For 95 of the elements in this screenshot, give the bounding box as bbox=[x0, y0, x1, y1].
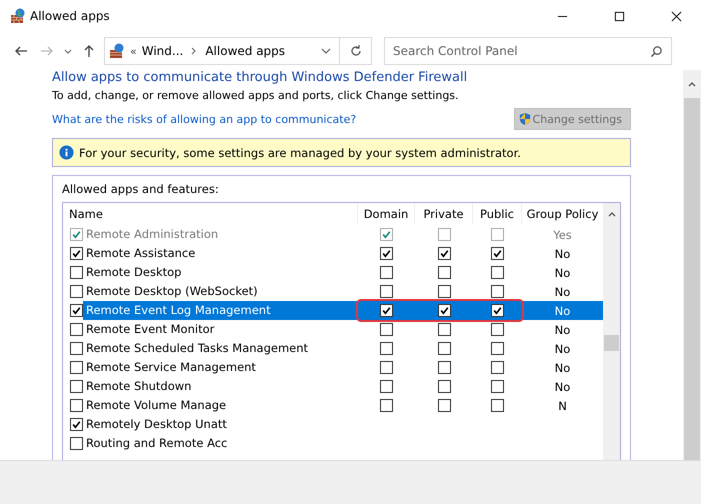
checkbox[interactable] bbox=[70, 247, 83, 260]
address-bar[interactable]: « Wind... Allowed apps bbox=[104, 37, 340, 65]
dropdown-chevron-icon[interactable] bbox=[321, 47, 331, 55]
checkbox[interactable] bbox=[70, 285, 83, 298]
checkbox[interactable] bbox=[491, 361, 504, 374]
info-icon bbox=[59, 145, 74, 160]
app-name[interactable]: Remote Desktop bbox=[83, 263, 358, 282]
group-policy-value: No bbox=[554, 266, 570, 280]
checkbox[interactable] bbox=[491, 399, 504, 412]
group-policy-value: No bbox=[554, 342, 570, 356]
help-link[interactable]: What are the risks of allowing an app to communicate? bbox=[52, 112, 356, 126]
checkbox[interactable] bbox=[491, 285, 504, 298]
checkbox[interactable] bbox=[70, 380, 83, 393]
checkbox[interactable] bbox=[380, 247, 393, 260]
checkbox[interactable] bbox=[70, 418, 83, 431]
app-name[interactable]: Remote Service Management bbox=[83, 358, 358, 377]
close-icon[interactable] bbox=[671, 10, 682, 22]
shield-icon bbox=[518, 112, 531, 126]
checkbox[interactable] bbox=[70, 342, 83, 355]
checkbox[interactable] bbox=[438, 247, 450, 260]
breadcrumb[interactable]: Allowed apps bbox=[205, 44, 286, 58]
checkbox[interactable] bbox=[491, 380, 504, 393]
maximize-icon[interactable] bbox=[614, 10, 625, 22]
column-header[interactable]: Private bbox=[415, 203, 473, 225]
scroll-up-icon[interactable] bbox=[606, 210, 616, 218]
checkbox[interactable] bbox=[380, 399, 393, 412]
group-policy-value: No bbox=[554, 380, 570, 394]
checkbox[interactable] bbox=[438, 304, 450, 317]
page-heading: Allow apps to communicate through Windows Defender Firewall bbox=[52, 70, 468, 86]
checkbox[interactable] bbox=[438, 342, 450, 355]
checkbox[interactable] bbox=[380, 304, 393, 317]
checkbox[interactable] bbox=[70, 304, 83, 317]
checkbox[interactable] bbox=[438, 380, 450, 393]
app-name[interactable]: Remote Event Log Management bbox=[83, 301, 358, 320]
checkbox[interactable] bbox=[491, 304, 504, 317]
scrollbar-thumb[interactable] bbox=[604, 335, 619, 351]
checkbox[interactable] bbox=[438, 361, 450, 374]
overflow-chevron[interactable]: « bbox=[130, 44, 137, 58]
group-policy-value: No bbox=[554, 304, 570, 318]
dropdown-chevron-icon[interactable] bbox=[64, 47, 72, 55]
refresh-icon bbox=[348, 44, 362, 58]
app-name[interactable]: Remote Volume Manage bbox=[83, 396, 358, 415]
checkbox[interactable] bbox=[380, 285, 393, 298]
checkbox[interactable] bbox=[380, 361, 393, 374]
search-icon bbox=[650, 45, 663, 58]
checkbox[interactable] bbox=[70, 323, 83, 336]
search-field[interactable]: Search Control Panel bbox=[384, 37, 672, 65]
checkbox[interactable] bbox=[70, 399, 83, 412]
checkbox[interactable] bbox=[380, 266, 393, 279]
checkbox[interactable] bbox=[380, 380, 393, 393]
scrollbar[interactable] bbox=[603, 203, 620, 460]
checkbox[interactable] bbox=[380, 342, 393, 355]
checkbox[interactable] bbox=[438, 323, 450, 336]
group-label: Allowed apps and features: bbox=[62, 182, 220, 196]
checkbox[interactable] bbox=[491, 323, 504, 336]
app-name[interactable]: Routing and Remote Acc bbox=[83, 434, 358, 453]
group-policy-value: No bbox=[554, 284, 570, 298]
firewall-icon bbox=[10, 8, 26, 24]
group-policy-value: N bbox=[558, 398, 567, 412]
group-policy-value: No bbox=[554, 246, 570, 260]
app-name[interactable]: Remote Event Monitor bbox=[83, 320, 358, 339]
checkbox[interactable] bbox=[70, 361, 83, 374]
up-arrow-icon[interactable] bbox=[82, 44, 96, 58]
info-text: For your security, some settings are managed by your system administrator. bbox=[79, 146, 521, 160]
column-header[interactable]: Group Policy bbox=[522, 203, 603, 225]
group-policy-value: No bbox=[554, 360, 570, 374]
checkbox[interactable] bbox=[438, 285, 450, 298]
checkbox[interactable] bbox=[491, 247, 504, 260]
checkbox[interactable] bbox=[380, 323, 393, 336]
column-header[interactable]: Public bbox=[473, 203, 522, 225]
breadcrumb[interactable]: Wind... bbox=[142, 44, 184, 58]
column-header[interactable]: Name bbox=[63, 203, 358, 225]
group-policy-value: No bbox=[554, 322, 570, 336]
description-text: To add, change, or remove allowed apps and ports, click Change settings. bbox=[52, 89, 460, 102]
refresh-button[interactable] bbox=[340, 37, 372, 65]
chevron-right-icon bbox=[191, 47, 198, 55]
checkbox[interactable] bbox=[70, 266, 83, 279]
checkbox[interactable] bbox=[491, 342, 504, 355]
app-name[interactable]: Remotely Desktop Unatt bbox=[83, 415, 358, 434]
checkbox[interactable] bbox=[491, 266, 504, 279]
firewall-icon bbox=[109, 43, 125, 59]
app-name[interactable]: Remote Shutdown bbox=[83, 377, 358, 396]
app-name[interactable]: Remote Scheduled Tasks Management bbox=[83, 339, 358, 358]
checkbox[interactable] bbox=[70, 437, 83, 450]
group-policy-value: Yes bbox=[553, 228, 572, 242]
checkbox[interactable] bbox=[438, 266, 450, 279]
app-name[interactable]: Remote Assistance bbox=[83, 244, 358, 263]
scrollbar-thumb[interactable] bbox=[684, 98, 700, 460]
scrollbar[interactable] bbox=[683, 70, 701, 460]
column-header[interactable]: Domain bbox=[358, 203, 415, 225]
scroll-up-icon[interactable] bbox=[687, 80, 697, 88]
back-arrow-icon[interactable] bbox=[14, 44, 28, 58]
window-title: Allowed apps bbox=[30, 9, 111, 23]
checkbox[interactable] bbox=[438, 399, 450, 412]
app-name[interactable]: Remote Desktop (WebSocket) bbox=[83, 282, 358, 301]
